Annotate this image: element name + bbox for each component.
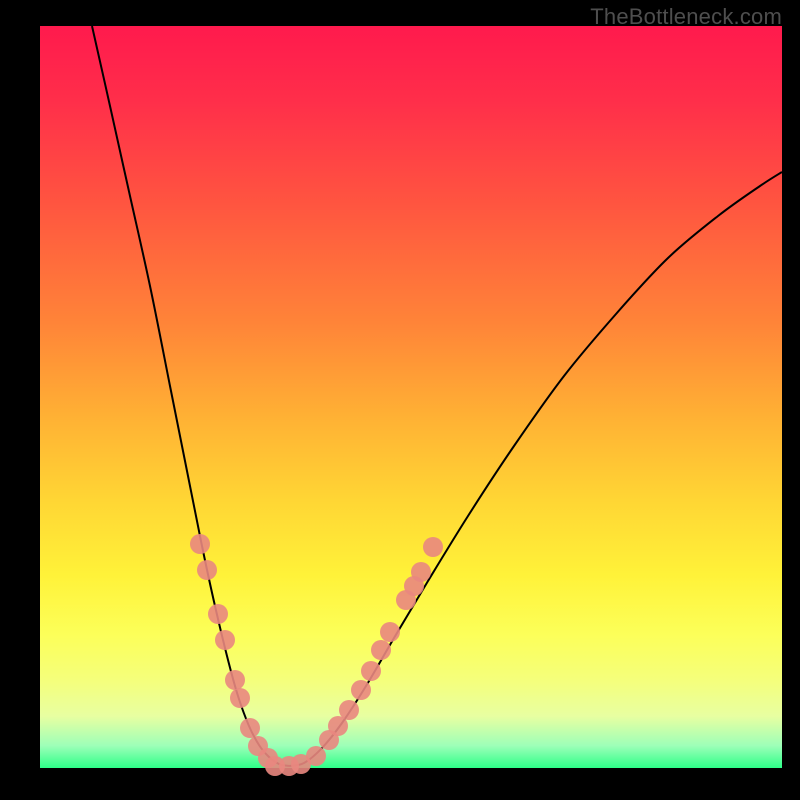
scatter-dots-left — [190, 534, 278, 768]
scatter-dot — [380, 622, 400, 642]
scatter-dot — [371, 640, 391, 660]
scatter-dot — [215, 630, 235, 650]
scatter-dot — [197, 560, 217, 580]
scatter-dot — [208, 604, 228, 624]
scatter-dots-right — [265, 537, 443, 776]
scatter-dot — [225, 670, 245, 690]
scatter-dot — [361, 661, 381, 681]
curve-left-branch — [92, 26, 289, 766]
chart-svg — [40, 26, 782, 768]
scatter-dot — [240, 718, 260, 738]
scatter-dot — [190, 534, 210, 554]
scatter-dot — [306, 746, 326, 766]
scatter-dot — [351, 680, 371, 700]
scatter-dot — [230, 688, 250, 708]
outer-frame: TheBottleneck.com — [0, 0, 800, 800]
scatter-dot — [339, 700, 359, 720]
scatter-dot — [411, 562, 431, 582]
plot-area — [40, 26, 782, 768]
scatter-dot — [423, 537, 443, 557]
